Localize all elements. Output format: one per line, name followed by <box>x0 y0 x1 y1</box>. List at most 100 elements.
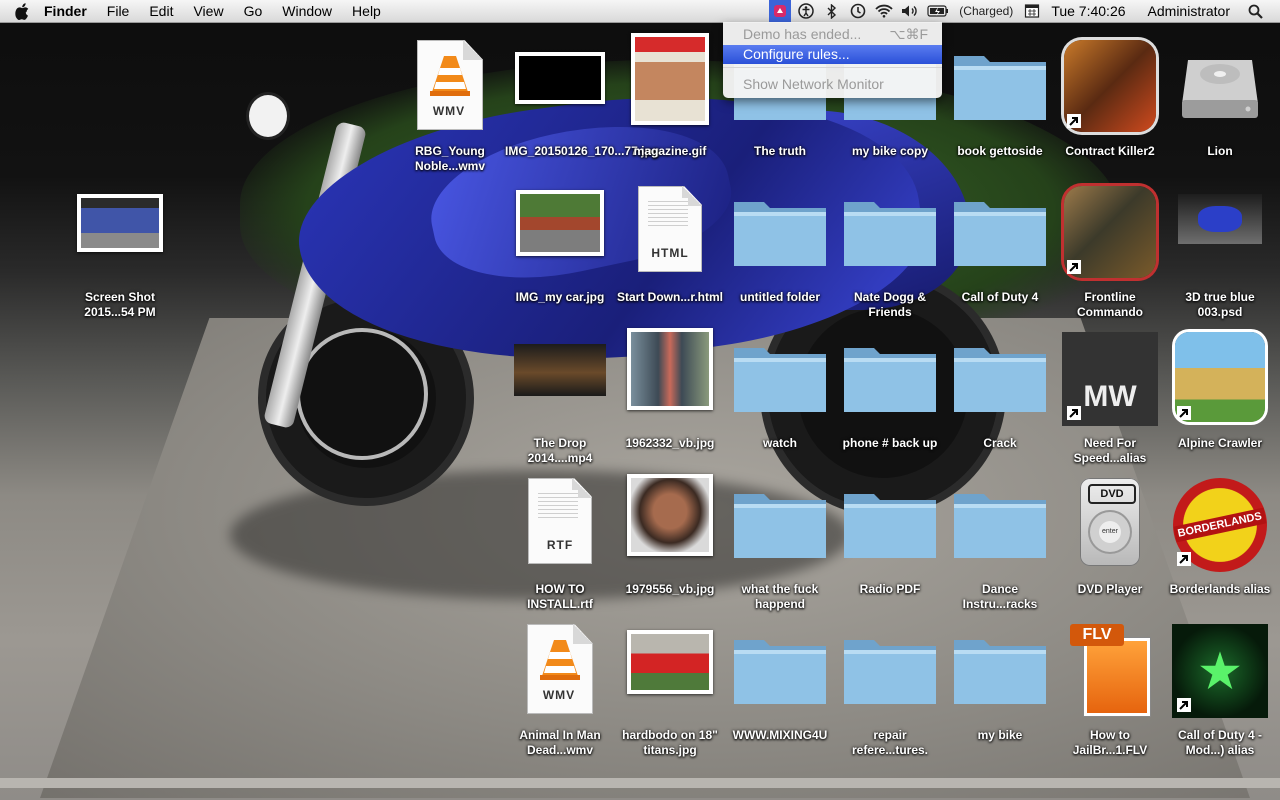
file-type-tag: WMV <box>542 688 576 702</box>
alias-arrow-icon <box>1177 698 1193 714</box>
desktop-icon[interactable]: untitled folder <box>725 176 835 316</box>
desktop-icon[interactable]: Screen Shot 2015...54 PM <box>65 176 175 319</box>
desktop-icon[interactable]: 1962332_vb.jpg <box>615 322 725 462</box>
file-type-tag: WMV <box>432 104 466 118</box>
firewall-app-icon[interactable] <box>769 0 792 22</box>
folder-icon <box>952 484 1048 560</box>
volume-icon[interactable] <box>899 0 921 22</box>
menu-file[interactable]: File <box>97 0 140 22</box>
folder-icon <box>952 630 1048 706</box>
psd-thumbnail <box>1178 194 1262 244</box>
desktop-icon[interactable]: Lion <box>1165 30 1275 170</box>
desktop-icon-label: Need For Speed...alias <box>1073 436 1147 465</box>
desktop-icon[interactable]: 3D true blue 003.psd <box>1165 176 1275 319</box>
bluetooth-icon[interactable] <box>821 0 843 22</box>
menu-window[interactable]: Window <box>272 0 342 22</box>
menu-edit[interactable]: Edit <box>139 0 183 22</box>
desktop-icon[interactable]: Frontline Commando <box>1055 176 1165 319</box>
folder-icon <box>842 338 938 414</box>
desktop-icon[interactable]: Call of Duty 4 <box>945 176 1055 316</box>
desktop-icon[interactable]: phone # back up <box>835 322 945 462</box>
alias-arrow-icon <box>1067 114 1083 130</box>
folder-icon <box>732 192 828 268</box>
folder-icon <box>952 338 1048 414</box>
desktop-icon[interactable]: Dance Instru...racks <box>945 468 1055 611</box>
menu-separator <box>723 67 942 68</box>
desktop-icon[interactable]: watch <box>725 322 835 462</box>
desktop-icon[interactable]: Contract Killer2 <box>1055 30 1165 170</box>
image-thumbnail <box>516 190 604 256</box>
accessibility-icon[interactable] <box>795 0 817 22</box>
desktop-icon-label: Radio PDF <box>859 582 921 596</box>
calendar-icon[interactable] <box>1021 0 1043 22</box>
desktop-icon[interactable]: repair refere...tures. <box>835 614 945 757</box>
desktop-icon[interactable]: Crack <box>945 322 1055 462</box>
menu-item-configure-rules[interactable]: Configure rules... <box>723 45 942 64</box>
desktop-icon[interactable]: HTML Start Down...r.html <box>615 176 725 316</box>
folder-icon <box>732 338 828 414</box>
desktop-icon[interactable]: what the fuck happend <box>725 468 835 611</box>
desktop-icon[interactable]: hardbodo on 18" titans.jpg <box>615 614 725 757</box>
menu-item-network-monitor: Show Network Monitor <box>723 75 942 94</box>
desktop-icon[interactable]: Radio PDF <box>835 468 945 608</box>
desktop-icon[interactable]: MW Need For Speed...alias <box>1055 322 1165 465</box>
desktop-icon-label: Crack <box>983 436 1017 450</box>
desktop-icon[interactable]: IMG_20150126_170...77.jpg <box>505 30 659 170</box>
desktop-icon[interactable]: RTF HOW TO INSTALL.rtf <box>505 468 615 611</box>
file-type-tag: HTML <box>651 246 689 260</box>
wifi-icon[interactable] <box>873 0 895 22</box>
desktop-icon-label: WWW.MIXING4U <box>732 728 828 742</box>
image-thumbnail <box>631 33 709 125</box>
desktop-icon[interactable]: 1979556_vb.jpg <box>615 468 725 608</box>
desktop-icon[interactable]: book gettoside <box>945 30 1055 170</box>
battery-icon[interactable] <box>925 0 951 22</box>
desktop-icon-label: Contract Killer2 <box>1065 144 1155 158</box>
document-icon: RTF <box>528 478 592 564</box>
menu-go[interactable]: Go <box>234 0 273 22</box>
doc-text-lines <box>538 490 578 520</box>
desktop-icon[interactable]: Nate Dogg & Friends <box>835 176 945 319</box>
desktop-icon-label: Lion <box>1207 144 1233 158</box>
folder-icon <box>952 46 1048 122</box>
demo-shortcut: ⌥⌘F <box>889 26 928 42</box>
menu-view[interactable]: View <box>183 0 233 22</box>
desktop-icon-label: Call of Duty 4 <box>961 290 1039 304</box>
desktop-icon[interactable]: WMV RBG_Young Noble...wmv <box>395 30 505 173</box>
nfs-logo: MW <box>1083 380 1137 413</box>
desktop-icon-label: How to JailBr...1.FLV <box>1072 728 1148 757</box>
dvd-enter-button: enter <box>1099 521 1121 543</box>
bike-front-rim <box>296 328 428 460</box>
desktop-icon-label: Animal In Man Dead...wmv <box>519 728 601 757</box>
desktop-icon-label: hardbodo on 18" titans.jpg <box>622 728 718 757</box>
desktop-icon[interactable]: The Drop 2014....mp4 <box>505 322 615 465</box>
desktop-icon[interactable]: WWW.MIXING4U <box>725 614 835 754</box>
desktop-icon[interactable]: my bike <box>945 614 1055 754</box>
spotlight-search-icon[interactable] <box>1244 0 1266 22</box>
desktop-icon-label: 1979556_vb.jpg <box>625 582 715 596</box>
menu-finder[interactable]: Finder <box>34 0 97 22</box>
bike-mirror <box>246 92 290 140</box>
desktop-icon[interactable]: DVD enter DVD Player <box>1055 468 1165 608</box>
menu-help[interactable]: Help <box>342 0 391 22</box>
image-thumbnail <box>627 474 713 556</box>
dvd-player-icon: DVD enter <box>1080 478 1140 566</box>
menu-user[interactable]: Administrator <box>1142 3 1236 19</box>
menu-clock[interactable]: Tue 7:40:26 <box>1045 3 1131 19</box>
demo-ended-label: Demo has ended... <box>743 26 862 42</box>
desktop-icon[interactable]: BORDERLANDS Borderlands alias <box>1165 468 1275 608</box>
desktop-icon-label: Call of Duty 4 - Mod...) alias <box>1177 728 1262 757</box>
alias-arrow-icon <box>1067 260 1083 276</box>
desktop-icon[interactable]: magazine.gif <box>615 30 725 170</box>
desktop-icon[interactable]: IMG_my car.jpg <box>505 176 615 316</box>
desktop-icon[interactable]: FLV How to JailBr...1.FLV <box>1055 614 1165 757</box>
apple-menu-icon[interactable] <box>14 2 30 20</box>
desktop-icon-label: IMG_my car.jpg <box>515 290 605 304</box>
battery-status[interactable]: (Charged) <box>953 4 1019 18</box>
image-thumbnail <box>627 630 713 694</box>
time-machine-icon[interactable] <box>847 0 869 22</box>
menu-item-demo-ended: Demo has ended... ⌥⌘F <box>723 25 942 44</box>
desktop-icon[interactable]: Alpine Crawler <box>1165 322 1275 462</box>
desktop-icon-label: Nate Dogg & Friends <box>854 290 926 319</box>
desktop-icon[interactable]: ★ Call of Duty 4 - Mod...) alias <box>1165 614 1275 757</box>
desktop-icon[interactable]: WMV Animal In Man Dead...wmv <box>505 614 615 757</box>
